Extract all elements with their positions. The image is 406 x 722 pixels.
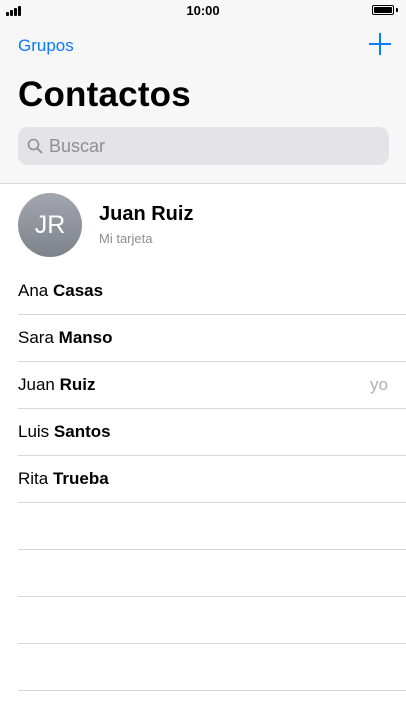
navigation-header: Grupos Contactos Buscar (0, 22, 406, 184)
add-contact-button[interactable] (368, 32, 392, 56)
page-title: Contactos (18, 75, 191, 114)
contact-list: Ana Casas Sara Manso Juan Ruiz yo Luis S… (0, 268, 406, 691)
contact-row[interactable]: Sara Manso (0, 315, 406, 362)
my-card[interactable]: JR Juan Ruiz Mi tarjeta (0, 184, 406, 268)
search-placeholder: Buscar (49, 136, 106, 156)
empty-row (0, 503, 406, 550)
me-badge: yo (370, 375, 388, 394)
empty-row (0, 597, 406, 644)
contact-row[interactable]: Luis Santos (0, 409, 406, 456)
my-card-name: Juan Ruiz (99, 203, 194, 225)
status-bar: 10:00 (0, 0, 406, 22)
avatar: JR (18, 193, 82, 257)
contact-name: Rita Trueba (18, 469, 109, 488)
contact-name: Sara Manso (18, 328, 113, 347)
contact-name: Luis Santos (18, 422, 111, 441)
my-card-subtitle: Mi tarjeta (99, 231, 153, 246)
contact-name: Ana Casas (18, 281, 104, 300)
search-input[interactable]: Buscar (18, 127, 389, 165)
contact-row[interactable]: Juan Ruiz yo (0, 362, 406, 409)
empty-row (0, 644, 406, 691)
battery-icon (372, 5, 398, 16)
status-time: 10:00 (186, 3, 220, 18)
contact-name: Juan Ruiz (18, 375, 96, 394)
search-icon (27, 138, 43, 154)
contact-row[interactable]: Ana Casas (0, 268, 406, 315)
row-divider (18, 690, 406, 691)
contact-row[interactable]: Rita Trueba (0, 456, 406, 503)
groups-button[interactable]: Grupos (18, 36, 74, 56)
empty-row (0, 550, 406, 597)
